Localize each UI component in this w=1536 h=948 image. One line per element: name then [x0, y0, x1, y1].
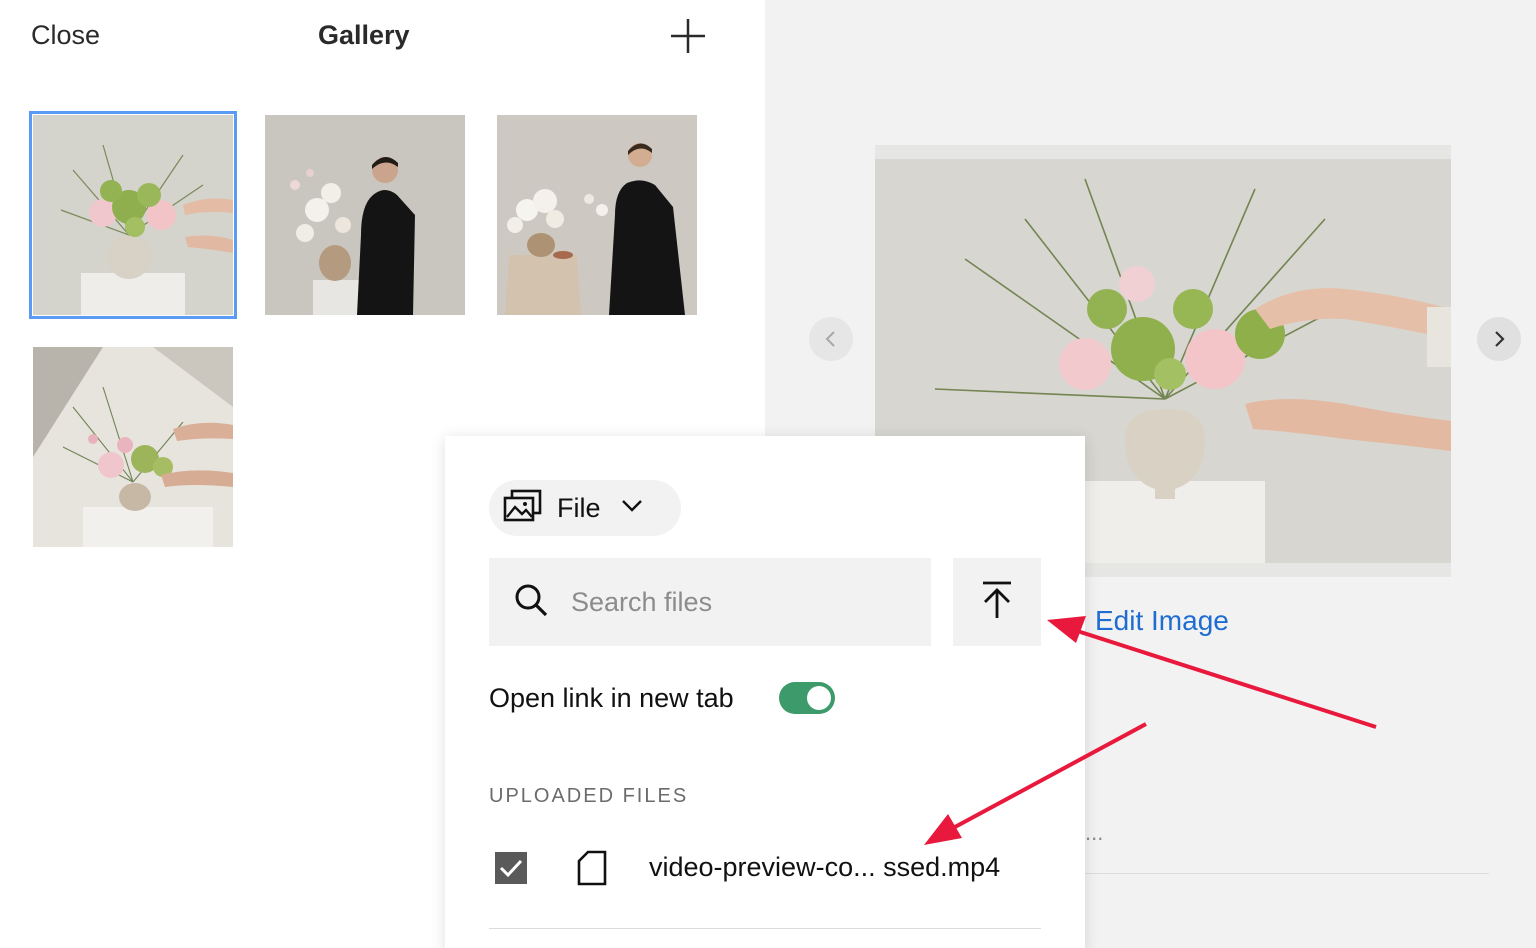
- gallery-header: Close Gallery: [0, 0, 765, 72]
- thumbnail-3[interactable]: [497, 115, 697, 315]
- link-type-dropdown[interactable]: File: [489, 480, 681, 536]
- upload-icon: [980, 580, 1014, 625]
- uploaded-files-heading: UPLOADED FILES: [489, 785, 689, 807]
- page-title: Gallery: [318, 20, 410, 50]
- file-checkbox[interactable]: [495, 852, 527, 884]
- close-button[interactable]: Close: [31, 20, 100, 51]
- search-box: [489, 558, 931, 646]
- search-icon: [513, 582, 549, 623]
- thumbnail-4[interactable]: [33, 347, 233, 547]
- link-type-label: File: [557, 492, 601, 523]
- search-input[interactable]: [571, 586, 891, 618]
- plus-icon[interactable]: [668, 16, 708, 56]
- file-icon: [577, 850, 607, 886]
- chevron-left-icon[interactable]: [809, 317, 853, 361]
- open-new-tab-label: Open link in new tab: [489, 683, 734, 713]
- image-stack-icon: [503, 489, 543, 528]
- edit-image-link[interactable]: Edit Image: [1095, 605, 1229, 637]
- divider: [1085, 873, 1489, 874]
- file-list-item[interactable]: video-preview-co... ssed.mp4: [489, 846, 1041, 896]
- divider: [489, 928, 1041, 929]
- open-new-tab-toggle[interactable]: [779, 682, 835, 714]
- file-link-popover: File Open link in new tab UPLOADED FILES…: [445, 436, 1085, 948]
- thumbnail-2[interactable]: [265, 115, 465, 315]
- thumbnail-1[interactable]: [29, 111, 237, 319]
- chevron-right-icon[interactable]: [1477, 317, 1521, 361]
- upload-button[interactable]: [953, 558, 1041, 646]
- truncated-caption: ...: [1085, 820, 1104, 845]
- file-name: video-preview-co... ssed.mp4: [649, 852, 1001, 882]
- toggle-knob: [807, 686, 831, 710]
- chevron-down-icon: [621, 499, 643, 518]
